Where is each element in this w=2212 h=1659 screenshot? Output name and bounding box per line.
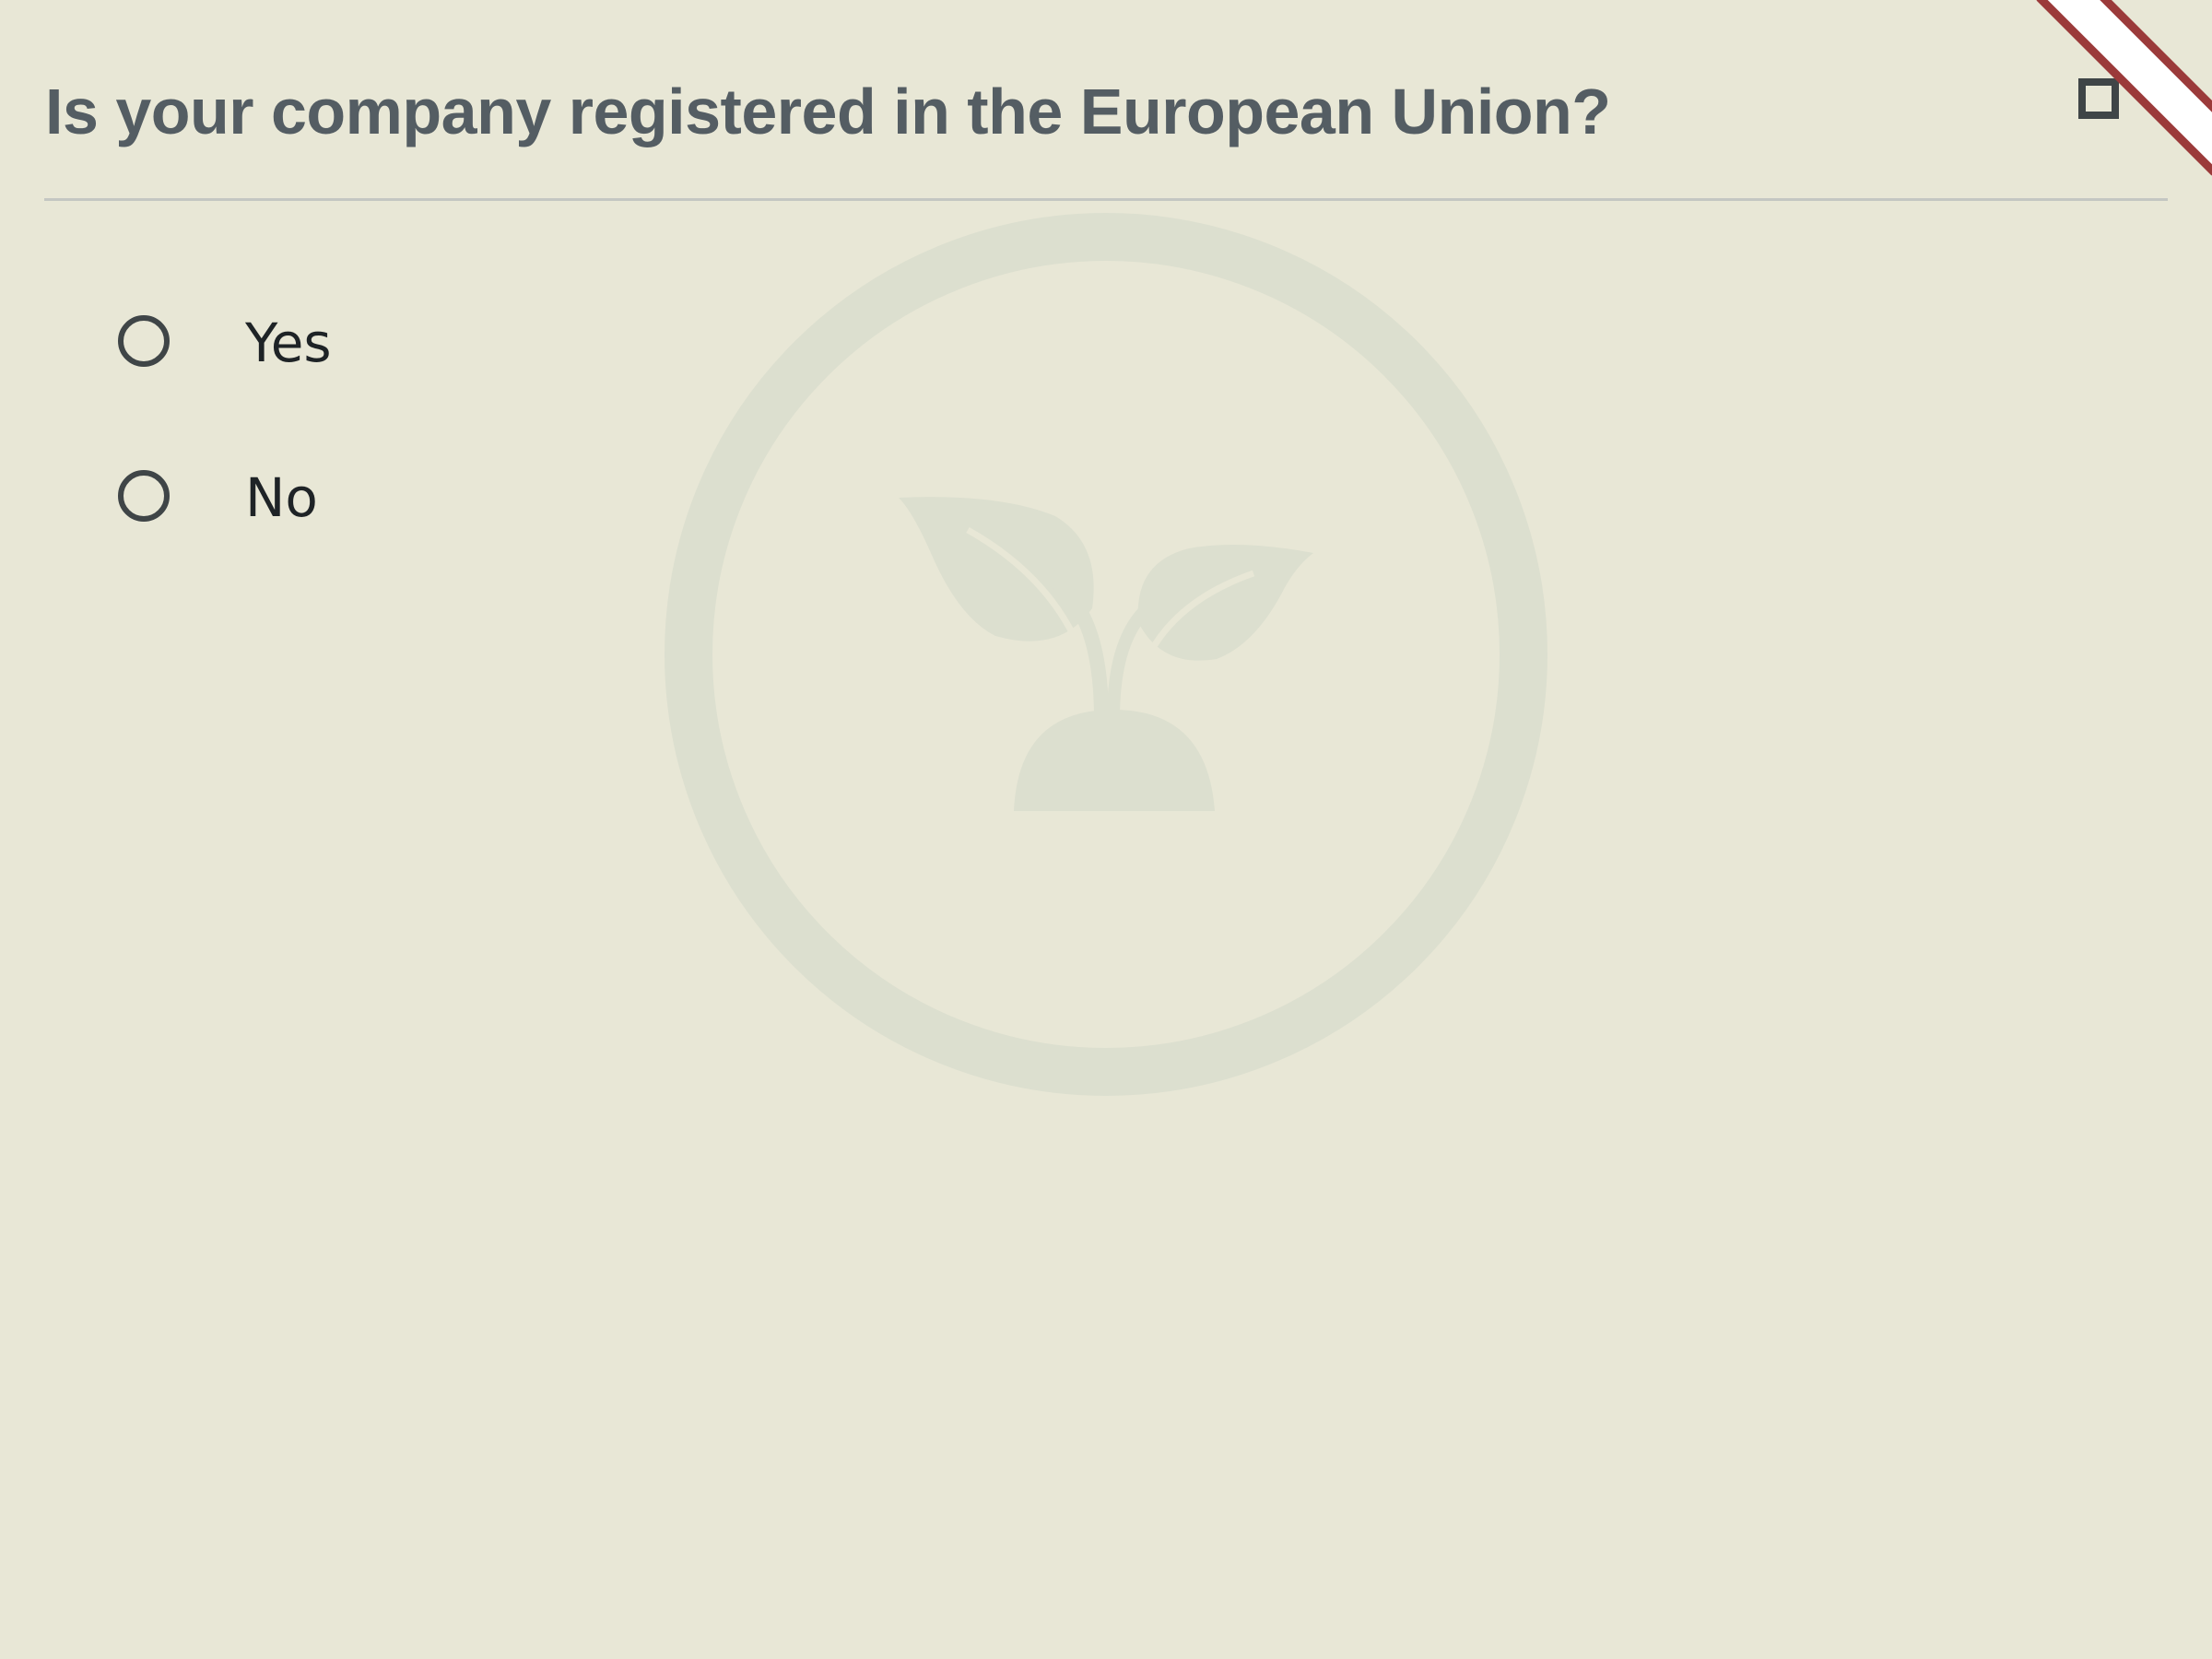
question-title: Is your company registered in the Europe… <box>45 76 1611 147</box>
option-no-label: No <box>245 466 318 529</box>
radio-no[interactable] <box>118 470 170 522</box>
corner-ribbon <box>2028 0 2212 184</box>
flag-checkbox[interactable] <box>2078 78 2119 119</box>
option-no[interactable]: No <box>118 459 671 536</box>
title-divider <box>44 198 2168 201</box>
option-yes-label: Yes <box>245 312 332 374</box>
option-yes[interactable]: Yes <box>118 304 671 382</box>
sprout-watermark-icon <box>665 213 1547 1096</box>
radio-yes[interactable] <box>118 315 170 367</box>
answer-options: Yes No <box>118 304 671 614</box>
